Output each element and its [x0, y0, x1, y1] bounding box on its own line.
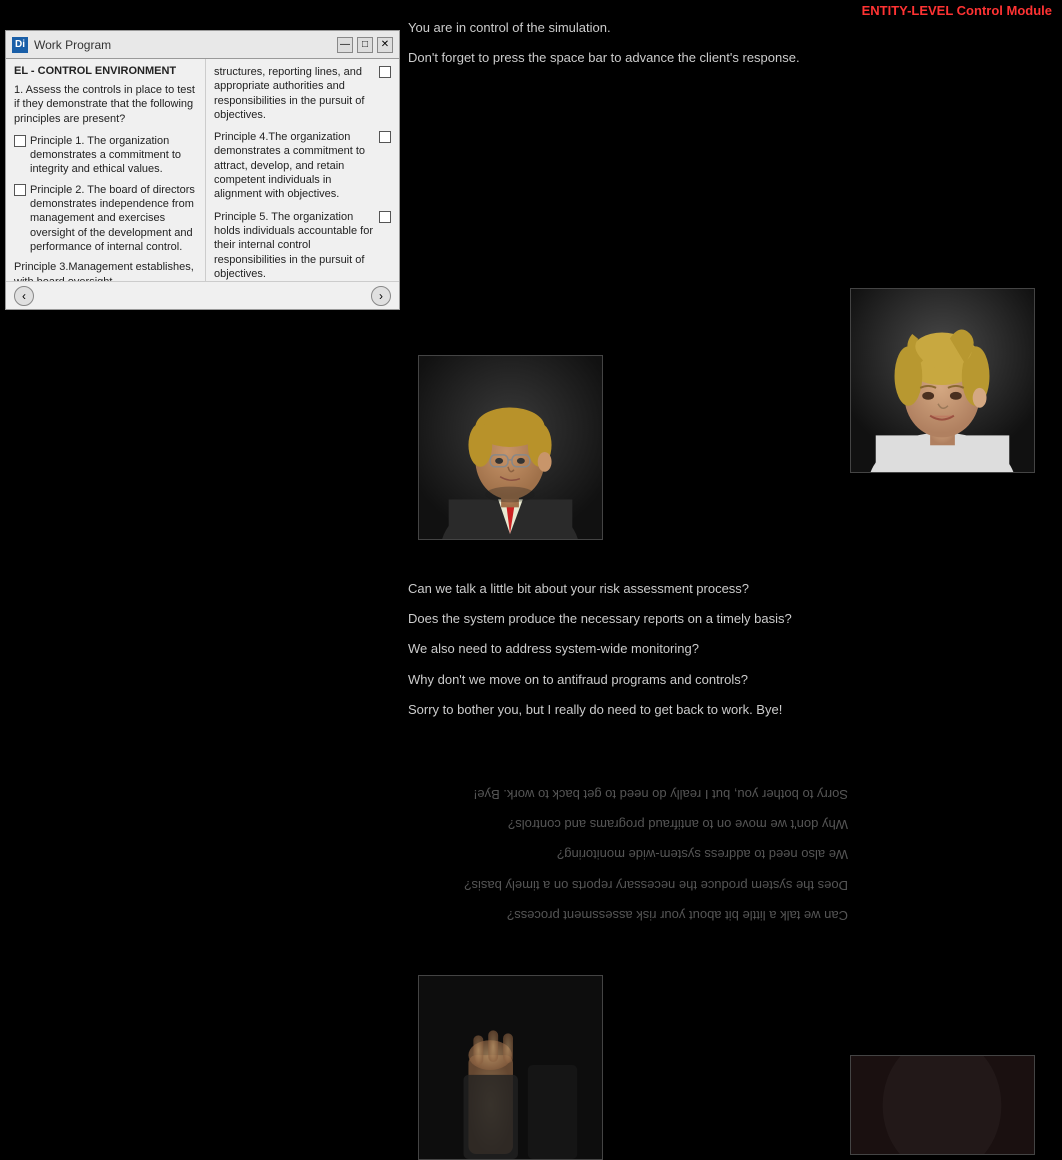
dialogue-option-4[interactable]: Why don't we move on to antifraud progra… — [408, 671, 848, 689]
male-avatar-image — [418, 355, 603, 540]
female-avatar-image — [850, 288, 1035, 473]
right-item-2-checkbox[interactable] — [379, 131, 391, 143]
dialogue-options-normal: Can we talk a little bit about your risk… — [408, 580, 848, 731]
male-avatar — [418, 355, 603, 540]
right-item-2: Principle 4.The organization demonstrate… — [214, 130, 391, 201]
principle-1-item: Principle 1. The organization demonstrat… — [14, 134, 197, 177]
work-program-icon: Di — [12, 37, 28, 53]
right-item-1-text: structures, reporting lines, and appropr… — [214, 65, 375, 122]
work-program-right-panel: structures, reporting lines, and appropr… — [206, 59, 399, 281]
next-button[interactable]: › — [371, 286, 391, 306]
dialogue-option-1[interactable]: Can we talk a little bit about your risk… — [408, 580, 848, 598]
dialogue-inverted-1: Sorry to bother you, but I really do nee… — [408, 785, 848, 803]
principle-3-item: Principle 3.Management establishes, with… — [14, 260, 197, 281]
male-avatar-bottom — [418, 975, 603, 1160]
right-item-1: structures, reporting lines, and appropr… — [214, 65, 391, 122]
work-program-title: Work Program — [34, 38, 337, 52]
principle-1-checkbox[interactable] — [14, 135, 26, 147]
work-program-titlebar: Di Work Program — □ ✕ — [6, 31, 399, 59]
principle-1-text: Principle 1. The organization demonstrat… — [30, 134, 197, 177]
work-program-footer: ‹ › — [6, 281, 399, 309]
male-avatar-bottom-image — [418, 975, 603, 1160]
dialogue-option-5[interactable]: Sorry to bother you, but I really do nee… — [408, 701, 848, 719]
work-program-content: EL - CONTROL ENVIRONMENT 1. Assess the c… — [6, 59, 399, 281]
right-item-2-text: Principle 4.The organization demonstrate… — [214, 130, 375, 201]
simulation-text-1: You are in control of the simulation. — [408, 20, 611, 35]
dialogue-option-2[interactable]: Does the system produce the necessary re… — [408, 610, 848, 628]
dialogue-options-inverted-container: Sorry to bother you, but I really do nee… — [408, 785, 848, 936]
close-button[interactable]: ✕ — [377, 37, 393, 53]
principle-2-item: Principle 2. The board of directors demo… — [14, 183, 197, 254]
dialogue-option-3[interactable]: We also need to address system-wide moni… — [408, 640, 848, 658]
section-description: 1. Assess the controls in place to test … — [14, 83, 197, 126]
prev-button[interactable]: ‹ — [14, 286, 34, 306]
work-program-left-panel: EL - CONTROL ENVIRONMENT 1. Assess the c… — [6, 59, 206, 281]
dialogue-inverted-4: Does the system produce the necessary re… — [408, 876, 848, 894]
right-item-1-checkbox[interactable] — [379, 66, 391, 78]
maximize-button[interactable]: □ — [357, 37, 373, 53]
entity-level-label: ENTITY-LEVEL Control Module — [862, 3, 1052, 18]
dialogue-inverted-3: We also need to address system-wide moni… — [408, 845, 848, 863]
principle-2-checkbox[interactable] — [14, 184, 26, 196]
work-program-window: Di Work Program — □ ✕ EL - CONTROL ENVIR… — [5, 30, 400, 310]
section-title: EL - CONTROL ENVIRONMENT — [14, 65, 197, 77]
right-item-3-checkbox[interactable] — [379, 211, 391, 223]
window-controls: — □ ✕ — [337, 37, 393, 53]
principle-2-text: Principle 2. The board of directors demo… — [30, 183, 197, 254]
dialogue-inverted-5: Can we talk a little bit about your risk… — [408, 906, 848, 924]
female-avatar-bottom-image — [850, 1055, 1035, 1155]
header: ENTITY-LEVEL Control Module — [0, 0, 1062, 20]
principle-3-text: Principle 3.Management establishes, with… — [14, 260, 197, 281]
dialogue-inverted-2: Why don't we move on to antifraud progra… — [408, 815, 848, 833]
minimize-button[interactable]: — — [337, 37, 353, 53]
right-item-3-text: Principle 5. The organization holds indi… — [214, 210, 375, 281]
simulation-text-2: Don't forget to press the space bar to a… — [408, 50, 800, 65]
female-avatar — [850, 288, 1035, 473]
right-item-3: Principle 5. The organization holds indi… — [214, 210, 391, 281]
female-avatar-bottom — [850, 1055, 1035, 1155]
